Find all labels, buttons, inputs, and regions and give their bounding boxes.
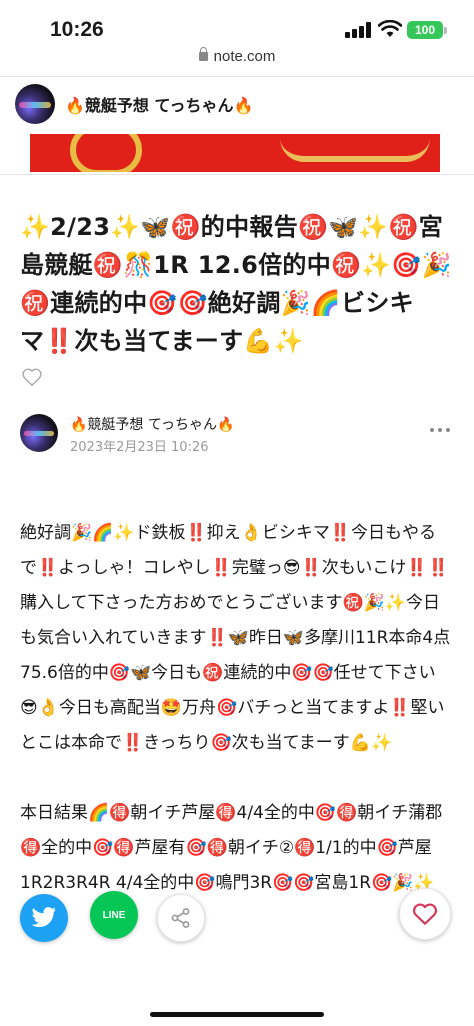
body-paragraph: 本日結果🌈🉐朝イチ芦屋🉐4/4全的中🎯🉐朝イチ蒲郡🉐全的中🎯🉐芦屋有🎯🉐朝イチ②… (20, 803, 443, 893)
avatar[interactable] (20, 414, 58, 452)
avatar[interactable] (15, 84, 55, 124)
battery-icon: 100 (407, 21, 443, 39)
home-indicator[interactable] (150, 1012, 324, 1017)
header-divider (0, 76, 474, 77)
url-bar[interactable]: note.com (0, 47, 474, 74)
battery-cap (444, 27, 447, 34)
twitter-share-button[interactable] (20, 894, 68, 942)
body-paragraph: 絶好調🎉🌈✨ド鉄板‼️抑え👌ビシキマ‼️今日もやるで‼️よっしゃ！コレやし‼️完… (20, 523, 456, 753)
heart-icon[interactable] (21, 366, 43, 388)
line-share-button[interactable]: LINE (90, 891, 138, 939)
article-body: 絶好調🎉🌈✨ド鉄板‼️抑え👌ビシキマ‼️今日もやるで‼️よっしゃ！コレやし‼️完… (20, 516, 452, 901)
article-title: ✨2/23✨🦋㊗️的中報告㊗️🦋✨㊗️宮島競艇㊗️🎊1R 12.6倍的中㊗️✨🎯… (20, 213, 452, 355)
wifi-icon (378, 20, 402, 37)
header-author[interactable]: 🔥競艇予想 てっちゃん🔥 (15, 84, 253, 124)
hero-image (30, 134, 440, 172)
author-row: 🔥競艇予想 てっちゃん🔥 2023年2月23日 10:26 (20, 414, 454, 458)
more-options-icon[interactable] (430, 428, 450, 434)
status-time: 10:26 (50, 18, 104, 41)
author-name[interactable]: 🔥競艇予想 てっちゃん🔥 (70, 414, 234, 434)
publish-date: 2023年2月23日 10:26 (70, 440, 209, 455)
lock-icon (198, 47, 208, 61)
share-button[interactable] (157, 894, 205, 942)
like-button[interactable] (399, 888, 451, 940)
line-icon: LINE (102, 909, 126, 921)
url-domain: note.com (213, 48, 276, 65)
heart-icon (413, 903, 437, 925)
status-bar: 10:26 100 (0, 0, 474, 50)
hero-divider (0, 174, 474, 175)
share-icon (171, 908, 190, 928)
twitter-icon (31, 907, 56, 927)
header-author-name[interactable]: 🔥競艇予想 てっちゃん🔥 (65, 92, 253, 116)
signal-icon (345, 22, 371, 38)
